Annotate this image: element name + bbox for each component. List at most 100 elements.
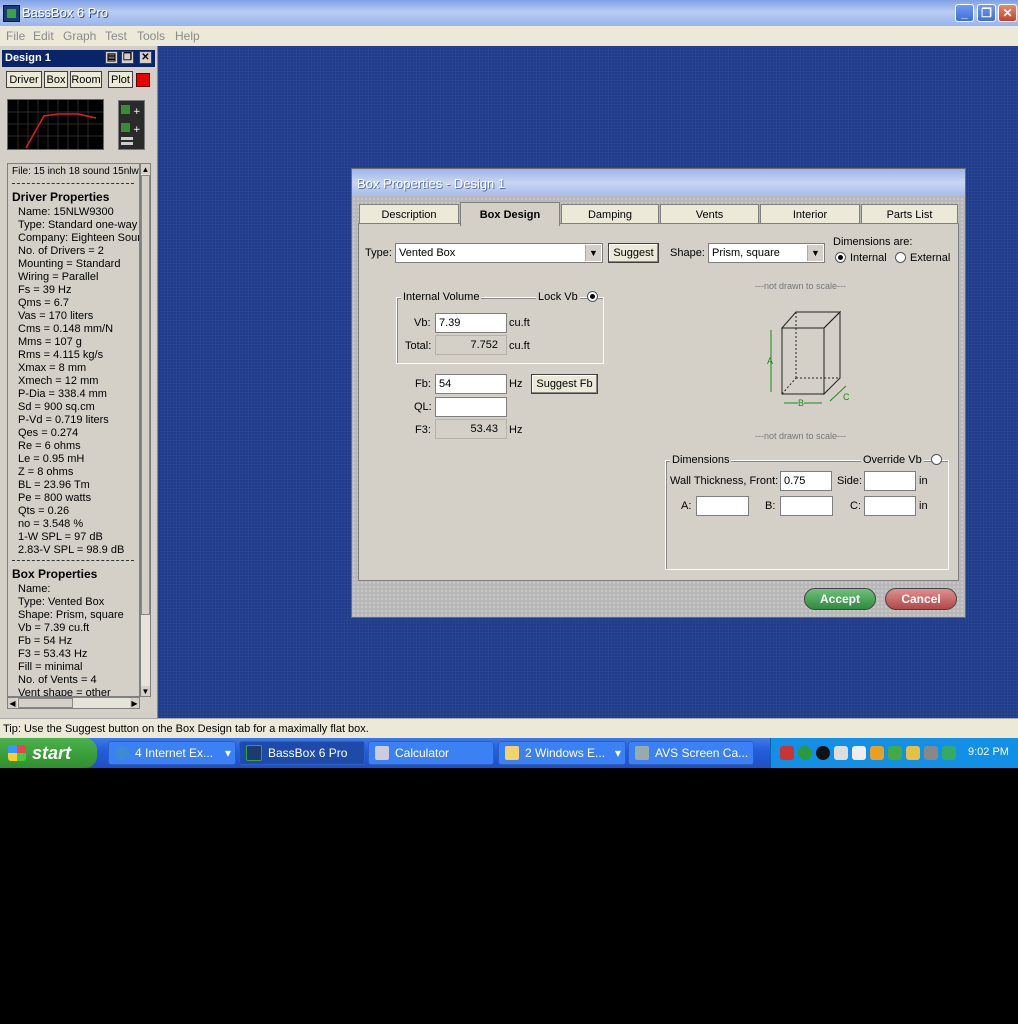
lock-vb-radio[interactable] <box>587 291 598 302</box>
tray-messenger-icon[interactable] <box>852 746 866 760</box>
driver-property-line: Le = 0.95 mH <box>18 453 85 465</box>
wall-front-input[interactable]: 0.75 <box>780 471 832 491</box>
tray-network-icon[interactable] <box>834 746 848 760</box>
a-label: A: <box>681 500 692 512</box>
tab-box-design[interactable]: Box Design <box>460 202 560 226</box>
tab-parts-list[interactable]: Parts List <box>861 204 958 224</box>
start-button[interactable]: start <box>0 738 97 768</box>
scroll-up-icon[interactable]: ▲ <box>141 164 150 174</box>
suggest-fb-button[interactable]: Suggest Fb <box>531 374 598 394</box>
ql-input[interactable] <box>435 397 507 417</box>
menu-file[interactable]: File <box>6 29 25 43</box>
design-save-icon[interactable]: ▤ <box>105 51 118 64</box>
plot-color-swatch[interactable] <box>136 73 150 87</box>
tab-interior[interactable]: Interior <box>760 204 860 224</box>
fb-input[interactable]: 54 <box>435 374 507 394</box>
b-input[interactable] <box>780 496 833 516</box>
driver-property-line: Rms = 4.115 kg/s <box>18 349 104 361</box>
side-unit: in <box>919 475 928 487</box>
tab-description[interactable]: Description <box>359 204 459 224</box>
c-input[interactable] <box>864 496 916 516</box>
box-property-line: F3 = 53.43 Hz <box>18 648 88 660</box>
dialog-title: Box Properties - Design 1 <box>357 176 506 191</box>
shape-select[interactable]: Prism, square ▼ <box>708 243 825 263</box>
bassbox-icon <box>246 745 262 761</box>
tray-app-icon[interactable] <box>906 746 920 760</box>
override-vb-radio[interactable] <box>931 454 942 465</box>
accept-button[interactable]: Accept <box>804 588 876 610</box>
tab-room[interactable]: Room <box>70 71 102 88</box>
clock[interactable]: 9:02 PM <box>968 746 1009 758</box>
tray-utorrent-icon[interactable] <box>798 746 812 760</box>
scroll-right-icon[interactable]: ▶ <box>130 698 139 708</box>
menu-edit[interactable]: Edit <box>33 29 54 43</box>
menu-test[interactable]: Test <box>105 29 127 43</box>
scroll-down-icon[interactable]: ▼ <box>141 686 150 696</box>
box-property-line: Type: Vented Box <box>18 596 105 608</box>
vb-input[interactable]: 7.39 <box>435 313 507 333</box>
task-windows-explorer[interactable]: 2 Windows E... ▾ <box>498 741 626 765</box>
dim-b-label: B <box>798 398 805 408</box>
task-label: Calculator <box>395 746 450 760</box>
chevron-down-icon[interactable]: ▼ <box>807 245 823 261</box>
vertical-scrollbar[interactable]: ▲ ▼ <box>140 163 151 697</box>
chevron-down-icon[interactable]: ▼ <box>585 245 601 261</box>
tab-vents[interactable]: Vents <box>660 204 759 224</box>
design-close-icon[interactable]: ✕ <box>139 51 152 64</box>
task-bassbox[interactable]: BassBox 6 Pro <box>239 741 365 765</box>
box-properties-heading: Box Properties <box>12 567 98 581</box>
menu-help[interactable]: Help <box>175 29 200 43</box>
tray-app-icon[interactable] <box>888 746 902 760</box>
minimize-button[interactable]: _ <box>955 4 974 22</box>
divider <box>12 560 134 561</box>
ie-icon <box>115 746 129 760</box>
properties-list[interactable]: File: 15 inch 18 sound 15nlw93 Driver Pr… <box>7 163 140 697</box>
suggest-button[interactable]: Suggest <box>608 243 659 263</box>
type-select[interactable]: Vented Box ▼ <box>395 243 603 263</box>
folder-icon <box>505 746 519 760</box>
menu-graph[interactable]: Graph <box>63 29 96 43</box>
total-label: Total: <box>405 340 432 352</box>
menu-tools[interactable]: Tools <box>137 29 165 43</box>
tab-box[interactable]: Box <box>44 71 68 88</box>
window-titlebar[interactable] <box>0 0 1018 26</box>
tab-damping[interactable]: Damping <box>561 204 659 224</box>
dimensions-are-label: Dimensions are: <box>833 236 913 248</box>
tab-plot[interactable]: Plot <box>108 71 133 88</box>
tray-app-icon[interactable] <box>942 746 956 760</box>
wall-side-input[interactable] <box>864 471 916 491</box>
avs-icon <box>635 746 649 760</box>
driver-property-line: Xmech = 12 mm <box>18 375 99 387</box>
driver-property-line: Mms = 107 g <box>18 336 82 348</box>
scroll-left-icon[interactable]: ◀ <box>8 698 17 708</box>
override-vb-label: Override Vb <box>861 454 924 466</box>
cancel-button[interactable]: Cancel <box>885 588 957 610</box>
horizontal-scrollbar[interactable]: ◀ ▶ <box>7 697 140 709</box>
driver-property-line: Qts = 0.26 <box>18 505 70 517</box>
tray-volume-icon[interactable] <box>924 746 938 760</box>
c-label: C: <box>850 500 861 512</box>
tray-avast-icon[interactable] <box>816 746 830 760</box>
driver-property-line: Sd = 900 sq.cm <box>18 401 95 413</box>
design-title: Design 1 <box>5 52 51 64</box>
close-button[interactable]: ✕ <box>998 4 1017 22</box>
a-input[interactable] <box>696 496 749 516</box>
tray-app-icon[interactable] <box>780 746 794 760</box>
scroll-thumb[interactable] <box>141 175 150 615</box>
response-plot-thumbnail[interactable] <box>7 99 104 150</box>
internal-radio[interactable] <box>835 252 846 263</box>
task-calculator[interactable]: Calculator <box>368 741 494 765</box>
task-internet-explorer[interactable]: 4 Internet Ex... ▾ <box>108 741 236 765</box>
design-restore-icon[interactable]: ❐ <box>121 51 134 64</box>
task-label: BassBox 6 Pro <box>268 746 348 760</box>
scale-note-top: ---not drawn to scale--- <box>755 281 847 291</box>
task-avs-screen-capture[interactable]: AVS Screen Ca... <box>628 741 754 765</box>
maximize-button[interactable]: ❐ <box>977 4 996 22</box>
driver-properties-heading: Driver Properties <box>12 190 110 204</box>
box-property-line: No. of Vents = 4 <box>18 674 97 686</box>
lock-vb-label: Lock Vb <box>536 291 580 303</box>
tray-app-icon[interactable] <box>870 746 884 760</box>
tab-driver[interactable]: Driver <box>6 71 42 88</box>
external-radio[interactable] <box>895 252 906 263</box>
hscroll-thumb[interactable] <box>18 698 73 708</box>
